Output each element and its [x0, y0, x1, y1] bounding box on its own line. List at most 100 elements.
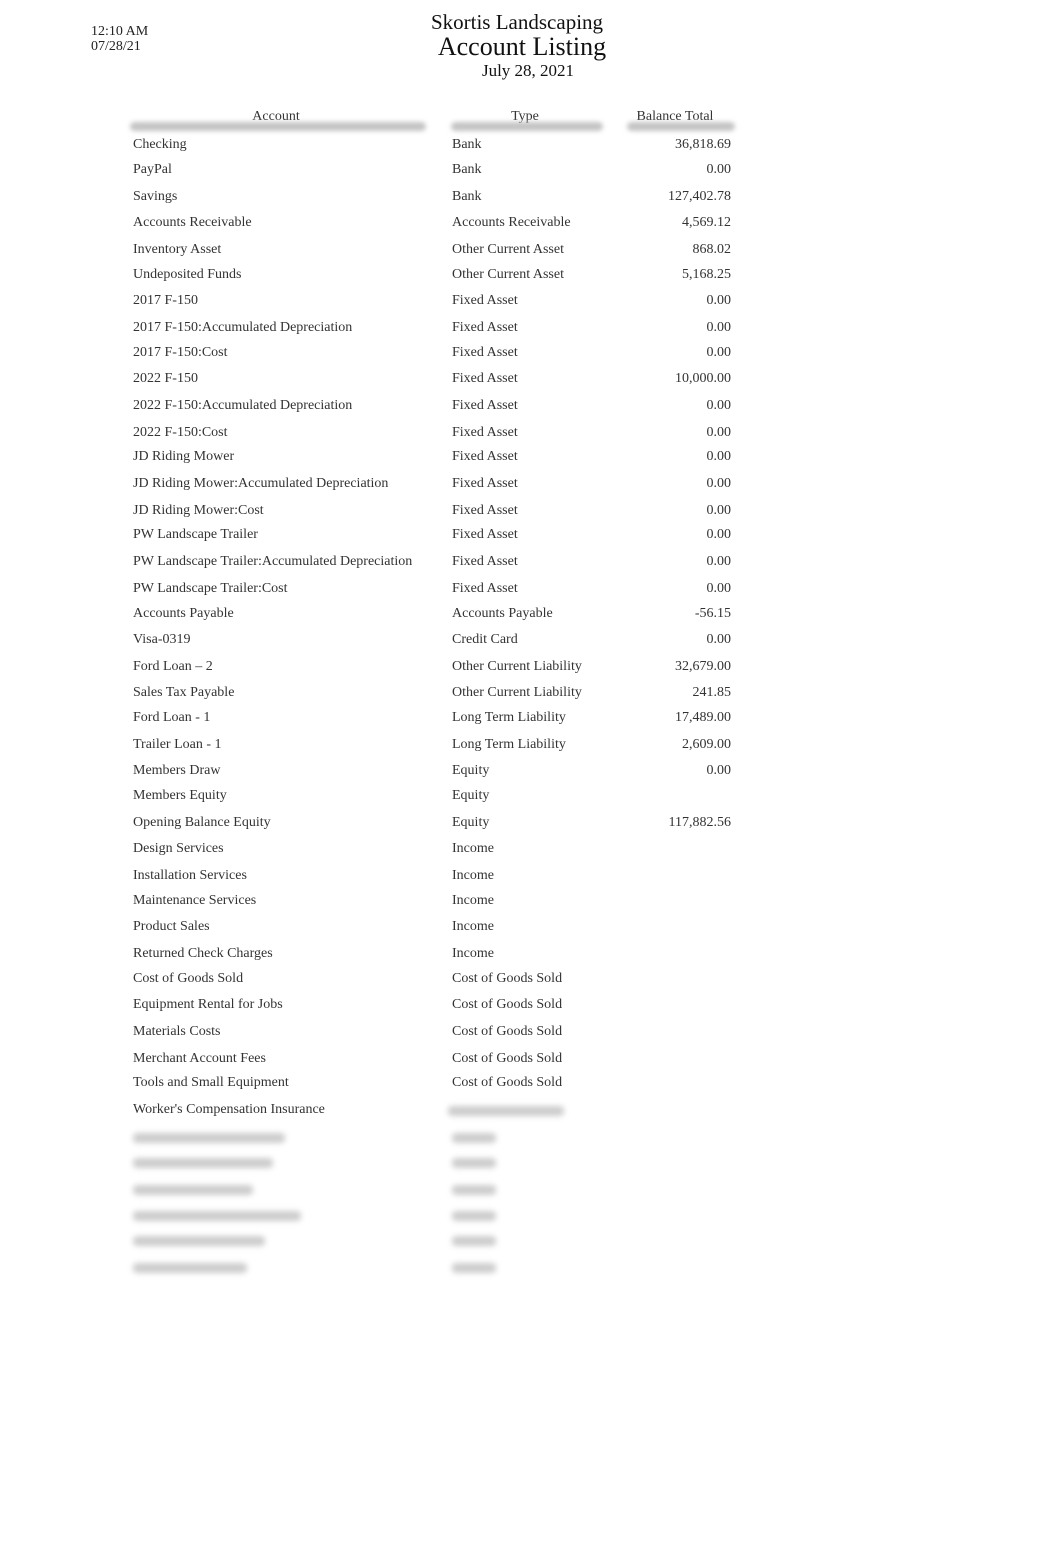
redacted-account [133, 1158, 273, 1168]
table-row: Savings Bank 127,402.78 [0, 189, 1062, 209]
account-cell: Accounts Receivable [133, 215, 252, 230]
type-cell: Other Current Asset [452, 242, 564, 257]
redacted-type [452, 1236, 496, 1246]
account-cell: Maintenance Services [133, 893, 257, 908]
type-cell: Fixed Asset [452, 398, 518, 413]
table-row: Sales Tax Payable Other Current Liability… [0, 685, 1062, 705]
balance-cell: 0.00 [706, 476, 732, 491]
account-cell: Visa-0319 [133, 632, 191, 647]
account-cell: Inventory Asset [133, 242, 222, 257]
type-cell: Cost of Goods Sold [452, 1075, 563, 1090]
type-cell: Fixed Asset [452, 527, 518, 542]
balance-cell: 0.00 [706, 398, 732, 413]
type-cell: Income [452, 919, 494, 934]
table-row: Inventory Asset Other Current Asset 868.02 [0, 242, 1062, 262]
type-cell: Fixed Asset [452, 449, 518, 464]
table-row: 2017 F-150:Cost Fixed Asset 0.00 [0, 345, 1062, 365]
balance-cell: 241.85 [692, 685, 732, 700]
balance-cell: 127,402.78 [668, 189, 731, 204]
balance-cell: -56.15 [694, 606, 731, 621]
account-cell: Sales Tax Payable [133, 685, 235, 700]
type-cell: Fixed Asset [452, 293, 518, 308]
table-row: Returned Check Charges Income [0, 946, 1062, 966]
balance-cell: 0.00 [706, 449, 732, 464]
table-row: 2022 F-150:Cost Fixed Asset 0.00 [0, 425, 1062, 445]
table-row: Trailer Loan - 1 Long Term Liability 2,609… [0, 737, 1062, 757]
table-row: Accounts Receivable Accounts Receivable 4,… [0, 215, 1062, 235]
account-cell: PayPal [133, 162, 172, 177]
account-cell: PW Landscape Trailer:Cost [133, 581, 288, 596]
balance-cell: 0.00 [706, 527, 732, 542]
table-row: Design Services Income [0, 841, 1062, 861]
account-cell: Members Equity [133, 788, 227, 803]
account-cell: Members Draw [133, 763, 221, 778]
redacted-type [452, 1211, 496, 1221]
type-cell: Fixed Asset [452, 581, 518, 596]
type-cell: Fixed Asset [452, 425, 518, 440]
redacted-account [133, 1185, 253, 1195]
balance-cell: 2,609.00 [682, 737, 731, 752]
type-cell: Cost of Goods Sold [452, 997, 563, 1012]
table-row: Maintenance Services Income [0, 893, 1062, 913]
type-cell: Equity [452, 763, 490, 778]
balance-cell: 868.02 [692, 242, 732, 257]
balance-cell: 0.00 [706, 554, 732, 569]
account-cell: 2017 F-150:Cost [133, 345, 228, 360]
table-row: Installation Services Income [0, 868, 1062, 888]
table-row: Accounts Payable Accounts Payable -56.15 [0, 606, 1062, 626]
redacted-type [452, 1158, 496, 1168]
balance-cell: 0.00 [706, 320, 732, 335]
table-row: PW Landscape Trailer:Accumulated Depreci… [0, 554, 1062, 574]
account-cell: 2022 F-150:Accumulated Depreciation [133, 398, 353, 413]
type-cell: Equity [452, 788, 490, 803]
redacted-type [452, 1133, 496, 1143]
account-cell: Returned Check Charges [133, 946, 273, 961]
redacted-account [133, 1236, 265, 1246]
account-cell: JD Riding Mower:Accumulated Depreciation [133, 476, 389, 491]
type-cell: Cost of Goods Sold [452, 1024, 563, 1039]
type-cell: Other Current Liability [452, 659, 582, 674]
account-cell: JD Riding Mower:Cost [133, 503, 264, 518]
type-cell: Long Term Liability [452, 710, 566, 725]
balance-cell: 117,882.56 [668, 815, 731, 830]
table-row: JD Riding Mower:Cost Fixed Asset 0.00 [0, 503, 1062, 523]
type-cell: Income [452, 868, 494, 883]
account-cell: 2017 F-150:Accumulated Depreciation [133, 320, 353, 335]
redacted-account [133, 1133, 285, 1143]
table-row: Members Equity Equity [0, 788, 1062, 808]
table-row: JD Riding Mower:Accumulated Depreciation… [0, 476, 1062, 496]
balance-cell: 0.00 [706, 632, 732, 647]
table-row: 2022 F-150:Accumulated Depreciation Fixed… [0, 398, 1062, 418]
balance-cell: 0.00 [706, 293, 732, 308]
table-row: 2017 F-150:Accumulated Depreciation Fixed… [0, 320, 1062, 340]
report-date: July 28, 2021 [481, 61, 575, 80]
table-row: Product Sales Income [0, 919, 1062, 939]
type-cell: Bank [452, 137, 482, 152]
table-row: Equipment Rental for Jobs Cost of Goods S… [0, 997, 1062, 1017]
type-cell: Long Term Liability [452, 737, 566, 752]
balance-cell: 4,569.12 [682, 215, 731, 230]
type-cell: Cost of Goods Sold [452, 971, 563, 986]
redacted-account [133, 1211, 301, 1221]
report-title: Account Listing [437, 32, 607, 61]
redacted-type [452, 1263, 496, 1273]
account-cell: Undeposited Funds [133, 267, 242, 282]
type-cell: Fixed Asset [452, 345, 518, 360]
account-cell: Materials Costs [133, 1024, 221, 1039]
balance-cell: 32,679.00 [675, 659, 731, 674]
account-cell: Accounts Payable [133, 606, 234, 621]
balance-cell: 0.00 [706, 162, 732, 177]
redacted-account [133, 1263, 247, 1273]
header-underline-balance [627, 122, 735, 131]
table-row: PW Landscape Trailer:Cost Fixed Asset 0.00 [0, 581, 1062, 601]
account-cell: Cost of Goods Sold [133, 971, 244, 986]
table-row: Visa-0319 Credit Card 0.00 [0, 632, 1062, 652]
balance-cell: 36,818.69 [675, 137, 731, 152]
header-underline-type [451, 122, 603, 131]
account-cell: 2022 F-150:Cost [133, 425, 228, 440]
type-cell: Bank [452, 162, 482, 177]
account-cell: Equipment Rental for Jobs [133, 997, 283, 1012]
redacted-type [448, 1106, 564, 1116]
table-row: Undeposited Funds Other Current Asset 5,16… [0, 267, 1062, 287]
type-cell: Accounts Payable [452, 606, 553, 621]
